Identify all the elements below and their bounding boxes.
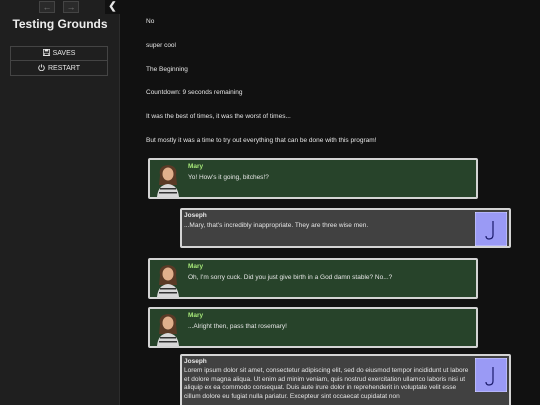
passage-line: It was the best of times, it was the wor…	[146, 113, 291, 120]
stow-sidebar-button[interactable]: ❮	[105, 0, 120, 14]
saves-label: SAVES	[52, 50, 76, 57]
story-menu: SAVES RESTART	[10, 46, 108, 76]
passage-line: But mostly it was a time to try out ever…	[146, 137, 377, 144]
save-icon	[42, 48, 50, 58]
power-icon	[38, 63, 45, 73]
speaker-name: Mary	[188, 312, 204, 319]
chat-bubble-mary: Mary Yo! How's it going, bitches!?	[148, 158, 478, 199]
countdown-text: Countdown: 9 seconds remaining	[146, 89, 243, 96]
speaker-name: Mary	[188, 163, 204, 170]
chat-message: Yo! How's it going, bitches!?	[188, 174, 269, 181]
saves-button[interactable]: SAVES	[10, 46, 108, 61]
story-title: Testing Grounds	[12, 17, 108, 31]
history-forward-button[interactable]: →	[63, 1, 79, 13]
speaker-name: Joseph	[184, 358, 207, 365]
speaker-name: Mary	[188, 263, 204, 270]
history-back-button[interactable]: ←	[39, 1, 55, 13]
mary-avatar	[154, 161, 182, 197]
ui-bar: ← → ❮ Testing Grounds SAVES RESTART	[0, 0, 120, 405]
chat-bubble-mary: Mary Oh, I'm sorry cuck. Did you just gi…	[148, 258, 478, 299]
chat-message: ...Mary, that's incredibly inappropriate…	[184, 222, 369, 229]
chevron-left-icon: ❮	[108, 1, 117, 12]
passage-line: The Beginning	[146, 66, 188, 73]
restart-label: RESTART	[47, 64, 81, 72]
chat-message: ...Alright then, pass that rosemary!	[188, 323, 287, 330]
arrow-left-icon: ←	[42, 2, 52, 12]
joseph-avatar	[475, 212, 507, 246]
chat-bubble-joseph: Joseph Lorem ipsum dolor sit amet, conse…	[180, 354, 511, 405]
mary-avatar	[154, 310, 182, 346]
mary-avatar	[154, 261, 182, 297]
arrow-right-icon: →	[66, 2, 76, 12]
chat-bubble-mary: Mary ...Alright then, pass that rosemary…	[148, 307, 478, 348]
passage-line: No	[146, 18, 155, 25]
passage: No super cool The Beginning Countdown: 9…	[146, 0, 540, 405]
passage-line: super cool	[146, 42, 176, 49]
chat-bubble-joseph: Joseph ...Mary, that's incredibly inappr…	[180, 208, 511, 248]
chat-message: Oh, I'm sorry cuck. Did you just give bi…	[188, 274, 393, 281]
chat-message: Lorem ipsum dolor sit amet, consectetur …	[184, 367, 469, 400]
restart-button[interactable]: RESTART	[10, 61, 108, 76]
speaker-name: Joseph	[184, 212, 207, 219]
joseph-avatar	[475, 358, 507, 392]
